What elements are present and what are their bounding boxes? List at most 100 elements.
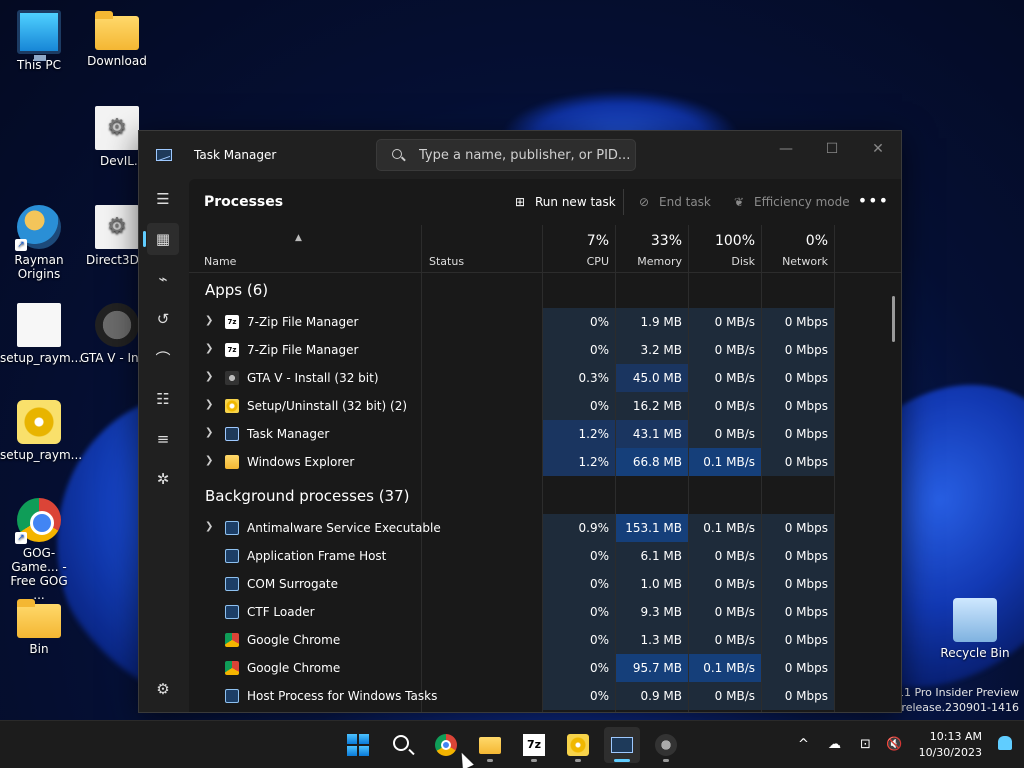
disk-cell: 0 MB/s xyxy=(689,392,761,420)
leaf-icon: ❦ xyxy=(733,195,745,209)
column-name[interactable]: Name xyxy=(204,255,236,268)
table-row[interactable]: Host Process for Windows Tasks 0% 0.9 MB… xyxy=(189,682,834,710)
settings-nav-button[interactable]: ⚙ xyxy=(147,673,179,705)
cpu-cell: 0% xyxy=(543,570,615,598)
desktop-icon-download[interactable]: Download xyxy=(78,10,156,68)
chevron-right-icon[interactable]: ❯ xyxy=(205,521,213,532)
search-icon xyxy=(392,149,402,159)
close-button[interactable]: ✕ xyxy=(855,135,901,163)
search-box[interactable] xyxy=(376,139,636,171)
network-cell: 0 Mbps xyxy=(762,336,834,364)
column-network[interactable]: Network xyxy=(762,255,828,268)
desktop-icon-recycle-bin[interactable]: Recycle Bin xyxy=(936,598,1014,660)
maximize-button[interactable]: ☐ xyxy=(809,135,855,163)
taskbar-task-manager[interactable] xyxy=(604,727,640,763)
taskbar-file-explorer[interactable] xyxy=(472,727,508,763)
table-row[interactable]: ❯ 7z 7-Zip File Manager 0% 3.2 MB 0 MB/s… xyxy=(189,336,834,364)
notification-bell-icon[interactable] xyxy=(998,736,1012,750)
desktop-icon-this-pc[interactable]: This PC xyxy=(0,10,78,72)
running-indicator xyxy=(487,759,493,762)
volume-icon[interactable]: 🔇 xyxy=(886,721,902,768)
table-row[interactable]: Google Chrome 0% 1.3 MB 0 MB/s 0 Mbps xyxy=(189,626,834,654)
taskbar-gta-install[interactable] xyxy=(648,727,684,763)
taskbar-7zip[interactable]: 7z xyxy=(516,727,552,763)
chevron-right-icon[interactable]: ❯ xyxy=(205,427,213,438)
table-row[interactable]: COM Surrogate 0% 1.0 MB 0 MB/s 0 Mbps xyxy=(189,570,834,598)
task-manager-window: Task Manager — ☐ ✕ ☰ ▦ ⌁ ↺ ⌒ ☷ ≡ ✲ ⚙ Pro… xyxy=(138,130,902,713)
processes-nav-button[interactable]: ▦ xyxy=(143,223,179,255)
title-bar[interactable]: Task Manager — ☐ ✕ xyxy=(139,131,901,179)
clock[interactable]: 10:13 AM 10/30/2023 xyxy=(919,729,982,761)
table-row[interactable]: ❯ GTA V - Install (32 bit) 0.3% 45.0 MB … xyxy=(189,364,834,392)
run-new-task-button[interactable]: ⊞ Run new task xyxy=(513,191,616,213)
chrome-icon xyxy=(225,633,239,647)
chevron-right-icon[interactable]: ❯ xyxy=(205,315,213,326)
minimize-button[interactable]: — xyxy=(763,135,809,163)
search-input[interactable] xyxy=(419,145,629,165)
chevron-right-icon[interactable]: ❯ xyxy=(205,455,213,466)
performance-nav-button[interactable]: ⌁ xyxy=(147,263,179,295)
users-nav-button[interactable]: ☷ xyxy=(147,383,179,415)
memory-cell: 1.0 MB xyxy=(616,570,688,598)
service-icon xyxy=(225,521,239,535)
efficiency-mode-button[interactable]: ❦ Efficiency mode xyxy=(732,191,850,213)
network-cell: 0 Mbps xyxy=(762,364,834,392)
table-row[interactable]: Application Frame Host 0% 6.1 MB 0 MB/s … xyxy=(189,542,834,570)
search-icon xyxy=(393,735,409,751)
chevron-right-icon[interactable]: ❯ xyxy=(205,371,213,382)
taskbar-setup[interactable] xyxy=(560,727,596,763)
desktop-icon-bin[interactable]: Bin xyxy=(0,598,78,656)
table-row[interactable]: Google Chrome 0% 95.7 MB 0.1 MB/s 0 Mbps xyxy=(189,654,834,682)
memory-cell: 0.9 MB xyxy=(616,682,688,710)
network-cell: 0 Mbps xyxy=(762,392,834,420)
more-options-button[interactable]: ••• xyxy=(858,191,889,210)
watermark-line1: 11 Pro Insider Preview xyxy=(896,686,1019,699)
startup-apps-nav-button[interactable]: ⌒ xyxy=(147,343,179,375)
gta-icon xyxy=(225,371,239,385)
desktop-icon-label: Recycle Bin xyxy=(940,646,1010,660)
network-cell: 0 Mbps xyxy=(762,448,834,476)
shortcut-arrow-icon: ↗ xyxy=(15,239,27,251)
process-name: GTA V - Install (32 bit) xyxy=(247,371,379,385)
table-row[interactable]: ❯ Antimalware Service Executable 0.9% 15… xyxy=(189,514,834,542)
app-history-nav-button[interactable]: ↺ xyxy=(147,303,179,335)
cpu-cell: 0% xyxy=(543,336,615,364)
table-row[interactable]: ❯ 7z 7-Zip File Manager 0% 1.9 MB 0 MB/s… xyxy=(189,308,834,336)
table-row[interactable]: ❯ Windows Explorer 1.2% 66.8 MB 0.1 MB/s… xyxy=(189,448,834,476)
end-task-button[interactable]: ⊘ End task xyxy=(637,191,711,213)
hamburger-menu-button[interactable]: ☰ xyxy=(147,183,179,215)
onedrive-icon[interactable]: ☁ xyxy=(828,721,841,768)
details-nav-button[interactable]: ≡ xyxy=(147,423,179,455)
process-name: Antimalware Service Executable xyxy=(247,521,441,535)
vertical-scrollbar[interactable] xyxy=(892,296,895,342)
desktop-icon-rayman-origins[interactable]: ↗ Rayman Origins xyxy=(0,205,78,281)
clock-date: 10/30/2023 xyxy=(918,746,982,759)
table-row[interactable]: ❯ Setup/Uninstall (32 bit) (2) 0% 16.2 M… xyxy=(189,392,834,420)
services-nav-button[interactable]: ✲ xyxy=(147,463,179,495)
start-button[interactable] xyxy=(340,727,376,763)
taskbar-search-button[interactable] xyxy=(384,727,420,763)
desktop-icon-setup-rayman-1[interactable]: setup_raym... xyxy=(0,303,82,365)
table-row[interactable]: ❯ Task Manager 1.2% 43.1 MB 0 MB/s 0 Mbp… xyxy=(189,420,834,448)
toolbar-divider xyxy=(623,189,624,215)
network-icon[interactable]: ⊡ xyxy=(860,721,871,768)
window-title: Task Manager xyxy=(194,148,277,162)
column-cpu[interactable]: CPU xyxy=(543,255,609,268)
network-cell: 0 Mbps xyxy=(762,420,834,448)
chevron-right-icon[interactable]: ❯ xyxy=(205,399,213,410)
desktop-icon-label: Bin xyxy=(29,642,49,656)
column-disk[interactable]: Disk xyxy=(689,255,755,268)
column-memory[interactable]: Memory xyxy=(616,255,682,268)
show-hidden-icons-button[interactable]: ^ xyxy=(798,721,809,768)
disk-cell: 0 MB/s xyxy=(689,336,761,364)
desktop-icon-setup-rayman-2[interactable]: setup_raym... xyxy=(0,400,82,462)
dll-file-icon: ⚙ xyxy=(95,205,139,249)
chevron-right-icon[interactable]: ❯ xyxy=(205,343,213,354)
memory-cell: 1.9 MB xyxy=(616,308,688,336)
desktop-icon-gog-game[interactable]: ↗ GOG-Game... - Free GOG ... xyxy=(0,498,78,602)
recycle-bin-icon xyxy=(953,598,997,642)
table-row[interactable]: CTF Loader 0% 9.3 MB 0 MB/s 0 Mbps xyxy=(189,598,834,626)
process-name: Setup/Uninstall (32 bit) (2) xyxy=(247,399,408,413)
column-status[interactable]: Status xyxy=(429,255,464,268)
end-task-label: End task xyxy=(659,195,711,209)
